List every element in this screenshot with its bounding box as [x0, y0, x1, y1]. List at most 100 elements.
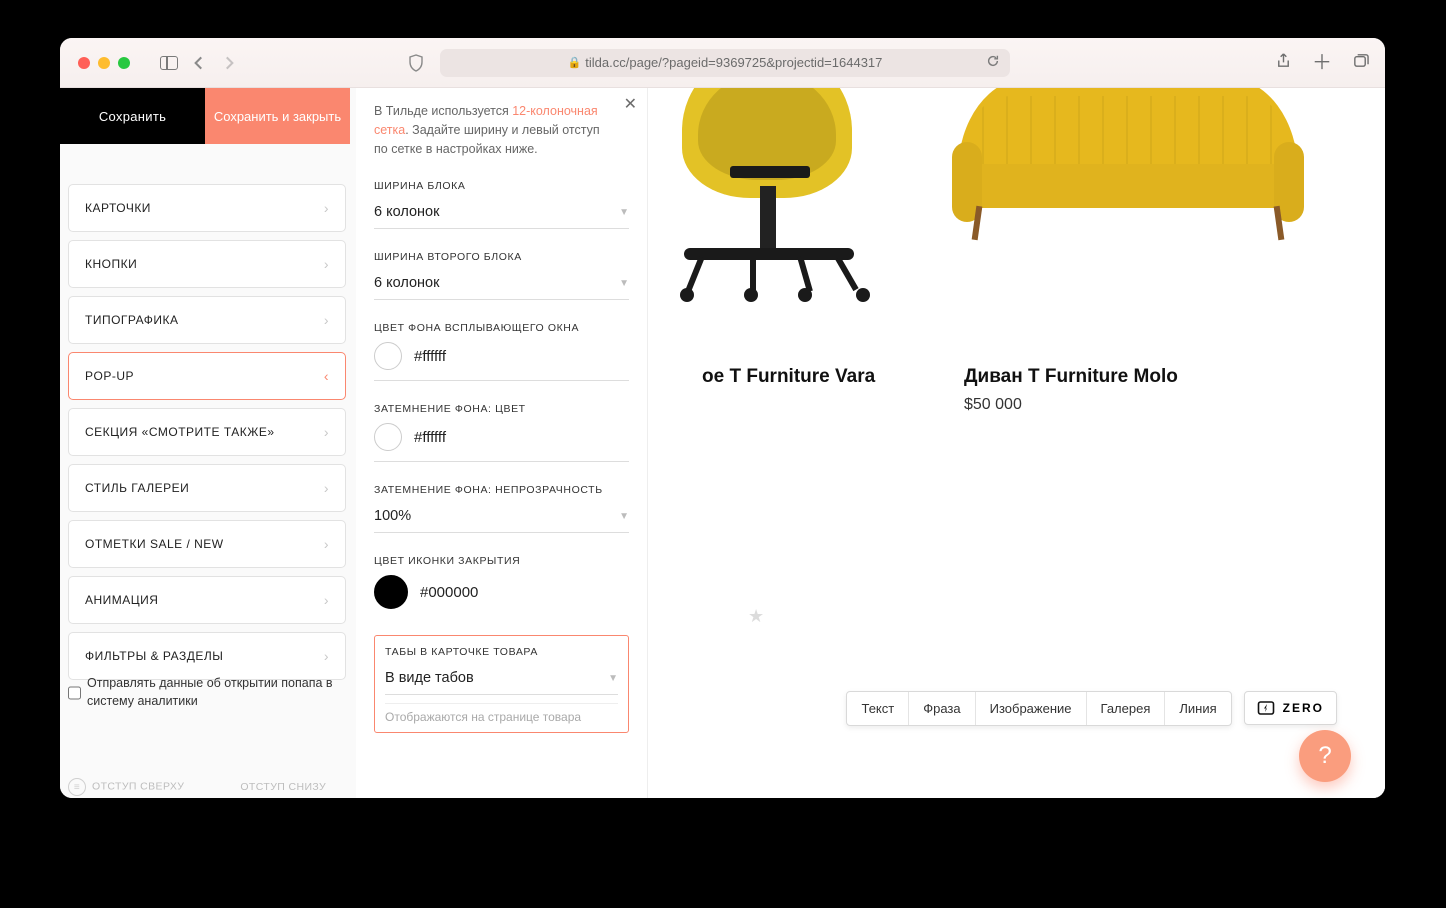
settings-category-list: КАРТОЧКИ› КНОПКИ› ТИПОГРАФИКА› POP-UP‹ С…	[68, 184, 346, 688]
reload-icon[interactable]	[986, 54, 1000, 71]
tool-image[interactable]: Изображение	[976, 692, 1087, 725]
tool-text[interactable]: Текст	[847, 692, 909, 725]
product-card-chair[interactable]: ое T Furniture Vara	[648, 88, 928, 388]
add-block-toolbar: Текст Фраза Изображение Галерея Линия ZE…	[846, 688, 1385, 728]
block2-width-label: ШИРИНА ВТОРОГО БЛОКА	[374, 251, 629, 263]
popup-bg-color-value: #ffffff	[414, 348, 446, 365]
chevron-right-icon: ›	[324, 480, 329, 496]
tabs-setting-highlight: ТАБЫ В КАРТОЧКЕ ТОВАРА В виде табов ▼ От…	[374, 635, 629, 733]
nav-label: ТИПОГРАФИКА	[85, 313, 178, 327]
nav-label: КАРТОЧКИ	[85, 201, 151, 215]
nav-label: POP-UP	[85, 369, 134, 383]
product-card-sofa[interactable]: Диван T Furniture Molo $50 000	[948, 88, 1348, 414]
close-window-button[interactable]	[78, 57, 90, 69]
overlay-color-picker[interactable]: #ffffff	[374, 423, 629, 462]
nav-label: КНОПКИ	[85, 257, 137, 271]
nav-item-see-also[interactable]: СЕКЦИЯ «СМОТРИТЕ ТАКЖЕ» ›	[68, 408, 346, 456]
sidebar-toggle-icon[interactable]	[160, 56, 178, 70]
chevron-down-icon: ▼	[619, 207, 629, 218]
analytics-checkbox[interactable]: Отправлять данные об открытии попапа в с…	[68, 674, 346, 710]
overlay-color-label: ЗАТЕМНЕНИЕ ФОНА: ЦВЕТ	[374, 403, 629, 415]
save-and-close-button[interactable]: Сохранить и закрыть	[205, 88, 350, 144]
nav-item-popup[interactable]: POP-UP ‹	[68, 352, 346, 400]
tool-group: Текст Фраза Изображение Галерея Линия	[846, 691, 1231, 726]
chevron-down-icon: ▼	[619, 278, 629, 289]
popup-bg-color-label: ЦВЕТ ФОНА ВСПЛЫВАЮЩЕГО ОКНА	[374, 322, 629, 334]
color-swatch[interactable]	[374, 575, 408, 609]
save-button[interactable]: Сохранить	[60, 88, 205, 144]
product-price: $50 000	[948, 396, 1348, 414]
new-tab-icon[interactable]: ＋	[1312, 53, 1332, 73]
nav-label: ОТМЕТКИ SALE / NEW	[85, 537, 224, 551]
nav-label: АНИМАЦИЯ	[85, 593, 158, 607]
nav-item-gallery-style[interactable]: СТИЛЬ ГАЛЕРЕИ ›	[68, 464, 346, 512]
tool-gallery[interactable]: Галерея	[1087, 692, 1166, 725]
nav-label: СЕКЦИЯ «СМОТРИТЕ ТАКЖЕ»	[85, 425, 275, 439]
product-title: Диван T Furniture Molo	[948, 366, 1348, 388]
address-bar[interactable]: 🔒 tilda.cc/page/?pageid=9369725&projecti…	[440, 49, 1010, 77]
nav-item-animation[interactable]: АНИМАЦИЯ ›	[68, 576, 346, 624]
bolt-icon	[1257, 699, 1275, 717]
intro-text: В Тильде используется 12-колоночная сетк…	[374, 102, 629, 158]
block-width-label: ШИРИНА БЛОКА	[374, 180, 629, 192]
chevron-left-icon: ‹	[324, 368, 329, 384]
tool-zero[interactable]: ZERO	[1244, 691, 1337, 725]
chevron-down-icon: ▼	[619, 511, 629, 522]
close-panel-icon[interactable]: ✕	[624, 94, 637, 114]
nav-item-sale-new[interactable]: ОТМЕТКИ SALE / NEW ›	[68, 520, 346, 568]
favorite-icon[interactable]: ★	[748, 606, 764, 627]
overlay-opacity-select[interactable]: 100% ▼	[374, 500, 629, 533]
block-width-value: 6 колонок	[374, 204, 439, 220]
privacy-shield-icon[interactable]	[408, 54, 424, 72]
overlay-opacity-label: ЗАТЕМНЕНИЕ ФОНА: НЕПРОЗРАЧНОСТЬ	[374, 484, 629, 496]
padding-bottom-label[interactable]: ОТСТУП СНИЗУ	[240, 781, 326, 793]
nav-label: СТИЛЬ ГАЛЕРЕИ	[85, 481, 189, 495]
product-image-chair	[648, 88, 908, 348]
chevron-right-icon: ›	[324, 536, 329, 552]
chevron-right-icon: ›	[324, 592, 329, 608]
forward-button[interactable]	[220, 54, 238, 72]
overlay-opacity-value: 100%	[374, 508, 411, 524]
product-image-sofa	[948, 88, 1308, 278]
chevron-right-icon: ›	[324, 312, 329, 328]
close-icon-color-label: ЦВЕТ ИКОНКИ ЗАКРЫТИЯ	[374, 555, 629, 567]
browser-window: 🔒 tilda.cc/page/?pageid=9369725&projecti…	[60, 38, 1385, 798]
chevron-right-icon: ›	[324, 648, 329, 664]
minimize-window-button[interactable]	[98, 57, 110, 69]
nav-item-filters[interactable]: ФИЛЬТРЫ & РАЗДЕЛЫ ›	[68, 632, 346, 680]
tabs-select[interactable]: В виде табов ▼	[385, 662, 618, 695]
chevron-right-icon: ›	[324, 424, 329, 440]
color-swatch[interactable]	[374, 423, 402, 451]
maximize-window-button[interactable]	[118, 57, 130, 69]
padding-top-label[interactable]: ОТСТУП СВЕРХУ	[92, 781, 184, 793]
chevron-right-icon: ›	[324, 200, 329, 216]
block-width-select[interactable]: 6 колонок ▼	[374, 196, 629, 229]
lock-icon: 🔒	[568, 56, 582, 69]
url-text: tilda.cc/page/?pageid=9369725&projectid=…	[585, 55, 882, 70]
tabs-hint: Отображаются на странице товара	[385, 703, 618, 724]
tabs-label: ТАБЫ В КАРТОЧКЕ ТОВАРА	[385, 646, 618, 658]
help-button[interactable]: ?	[1299, 730, 1351, 782]
color-swatch[interactable]	[374, 342, 402, 370]
tabs-overview-icon[interactable]	[1352, 52, 1369, 74]
traffic-lights	[78, 57, 130, 69]
popup-settings-panel: ✕ В Тильде используется 12-колоночная се…	[356, 88, 648, 798]
tabs-value: В виде табов	[385, 670, 474, 686]
close-icon-color-value: #000000	[420, 584, 478, 601]
nav-item-cards[interactable]: КАРТОЧКИ ›	[68, 184, 346, 232]
tool-phrase[interactable]: Фраза	[909, 692, 975, 725]
analytics-checkbox-input[interactable]	[68, 676, 81, 710]
page-canvas: ое T Furniture Vara Диван T Furniture Mo…	[648, 88, 1385, 798]
tool-line[interactable]: Линия	[1165, 692, 1230, 725]
block2-width-select[interactable]: 6 колонок ▼	[374, 267, 629, 300]
product-title: ое T Furniture Vara	[648, 366, 928, 388]
share-icon[interactable]	[1275, 52, 1292, 74]
nav-item-buttons[interactable]: КНОПКИ›	[68, 240, 346, 288]
popup-bg-color-picker[interactable]: #ffffff	[374, 342, 629, 381]
analytics-checkbox-label: Отправлять данные об открытии попапа в с…	[87, 674, 346, 710]
nav-item-typography[interactable]: ТИПОГРАФИКА ›	[68, 296, 346, 344]
close-icon-color-picker[interactable]: #000000	[374, 575, 629, 619]
back-button[interactable]	[190, 54, 208, 72]
padding-top-icon: ≡	[68, 778, 86, 796]
nav-label: ФИЛЬТРЫ & РАЗДЕЛЫ	[85, 649, 223, 663]
